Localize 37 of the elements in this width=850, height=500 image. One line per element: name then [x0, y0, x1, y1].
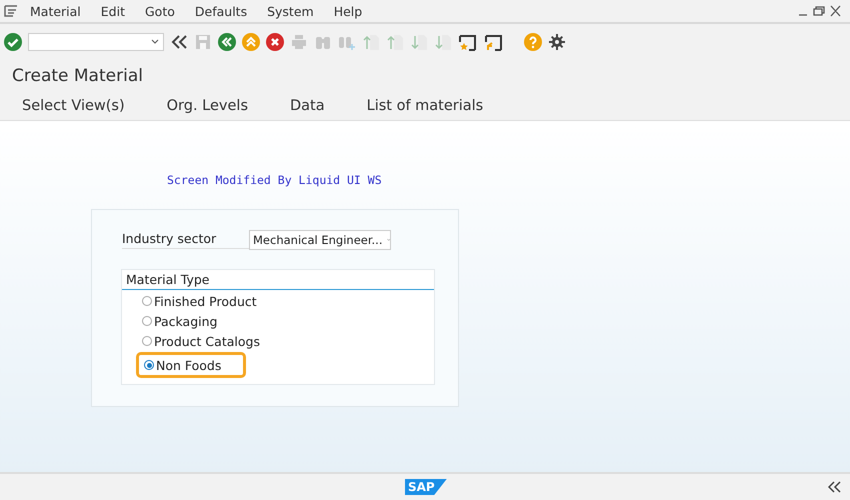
- radio-label: Product Catalogs: [154, 334, 260, 348]
- back-icon[interactable]: [218, 33, 236, 51]
- radio-button[interactable]: [142, 336, 152, 346]
- radio-label: Finished Product: [154, 294, 257, 308]
- toolbar-button[interactable]: List of materials: [366, 98, 484, 114]
- up-icon[interactable]: [242, 33, 260, 51]
- radio-label: Packaging: [154, 314, 218, 328]
- menu-item[interactable]: Material: [30, 4, 81, 18]
- menu-item[interactable]: System: [267, 4, 314, 18]
- settings-icon[interactable]: [548, 33, 566, 51]
- menu-item[interactable]: Defaults: [194, 4, 248, 18]
- help-icon[interactable]: [524, 33, 542, 51]
- toolbar-button[interactable]: Org. Levels: [166, 98, 248, 114]
- radio-button[interactable]: [144, 360, 154, 370]
- industry-sector-dropdown[interactable]: Mechanical Engineer...: [249, 230, 391, 250]
- check-icon[interactable]: [4, 33, 22, 51]
- banner-text: Screen Modified By Liquid UI WS: [167, 173, 383, 187]
- menu-icon[interactable]: [4, 5, 18, 17]
- toolbar-button[interactable]: Data: [290, 98, 325, 114]
- screen-title: Create Material: [0, 60, 850, 92]
- toolbar-button[interactable]: Select View(s): [22, 98, 125, 114]
- menu-item[interactable]: Edit: [100, 4, 125, 18]
- menu-item[interactable]: Help: [334, 4, 362, 18]
- radio-label: Non Foods: [156, 358, 222, 372]
- window-arrow-icon[interactable]: [484, 33, 504, 51]
- window-star-icon[interactable]: [458, 33, 478, 51]
- radio-button[interactable]: [142, 296, 152, 306]
- caret-icon[interactable]: [151, 39, 159, 45]
- double-chevron-icon[interactable]: [170, 33, 188, 51]
- group-title: Material Type: [122, 270, 434, 290]
- cancel-icon[interactable]: [266, 33, 284, 51]
- window-controls-icon[interactable]: [798, 5, 842, 17]
- menu-item[interactable]: Goto: [145, 4, 175, 18]
- radio-button[interactable]: [142, 316, 152, 326]
- logo: SAP: [405, 479, 447, 495]
- command-field[interactable]: [28, 33, 164, 51]
- double-chevron-icon[interactable]: [828, 480, 842, 492]
